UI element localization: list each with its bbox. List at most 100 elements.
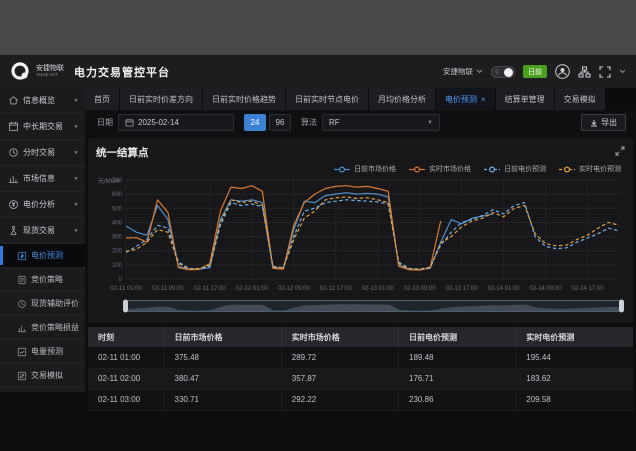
sidebar-item-spot-aux-eval[interactable]: 现货辅助评价 [0, 292, 85, 316]
tab-3[interactable]: 日前实时价格趋势 [203, 88, 285, 110]
sidebar-item-label: 电价预测 [31, 250, 63, 261]
fullscreen-icon[interactable] [599, 66, 611, 78]
granularity-button-24[interactable]: 24 [244, 114, 266, 131]
sidebar-item-label: 电量预测 [31, 346, 63, 357]
theme-toggle[interactable]: ☾ [491, 66, 515, 78]
svg-text:02-11 09:00: 02-11 09:00 [152, 286, 184, 292]
sidebar: 信息概览▼中长期交易▼分时交易▼市场信息▼电价分析▼现货交易▼电价预测竞价策略现… [0, 88, 85, 392]
sidebar-group-overview[interactable]: 信息概览▼ [0, 88, 85, 114]
tab-bar: 首页日前实时价差方向日前实时价格趋势日前实时节点电价月均价格分析电价预测 × 结算单… [85, 88, 636, 110]
sidebar-item-trade-simulation[interactable]: 交易模拟 [0, 364, 85, 388]
tab-2[interactable]: 日前实时价差方向 [120, 88, 202, 110]
sidebar-item-load-forecast[interactable]: 电量预测 [0, 340, 85, 364]
more-caret-icon[interactable] [619, 69, 626, 74]
svg-text:100: 100 [112, 263, 123, 269]
sidebar-item-auto-declaration[interactable]: 自动申报 [0, 388, 85, 392]
legend-label: 日前电价预测 [504, 164, 546, 174]
avatar[interactable] [555, 64, 570, 79]
svg-text:500: 500 [112, 206, 123, 212]
price-line-chart: 元/MWh02-11 01:0002-11 09:0002-11 17:0002… [96, 175, 625, 293]
chart-icon [17, 323, 27, 333]
column-header: 实时市场价格 [281, 327, 398, 347]
tab-8[interactable]: 交易模拟 [555, 88, 605, 110]
tab-label: 日前实时价格趋势 [212, 94, 276, 105]
expand-icon[interactable] [615, 143, 625, 161]
table-cell: 330.71 [164, 389, 281, 410]
table-cell: 292.22 [281, 389, 398, 410]
svg-text:02-12 01:00: 02-12 01:00 [236, 286, 269, 292]
svg-text:400: 400 [112, 220, 123, 226]
export-button[interactable]: 导出 [581, 114, 626, 131]
algorithm-select[interactable]: RF ▼ [322, 114, 440, 131]
tab-5[interactable]: 月均价格分析 [369, 88, 435, 110]
tab-1[interactable]: 首页 [85, 88, 119, 110]
chart-icon [8, 173, 19, 184]
tab-7[interactable]: 结算单管理 [496, 88, 554, 110]
sidebar-item-label: 交易模拟 [31, 370, 63, 381]
svg-text:02-13 09:00: 02-13 09:00 [404, 286, 437, 292]
tab-close-icon[interactable]: × [481, 95, 486, 104]
sidebar-group-market-info[interactable]: 市场信息▼ [0, 166, 85, 192]
home-icon [8, 95, 19, 106]
sidebar-group-price-analysis[interactable]: 电价分析 ▼ [0, 192, 85, 218]
table-row[interactable]: 02-11 01:00375.48289.72189.48195.44 [88, 347, 633, 368]
legend-item[interactable]: 实时市场价格 [408, 164, 471, 174]
org-select[interactable]: 安捷物联 [443, 66, 483, 77]
granularity-button-96[interactable]: 96 [269, 114, 291, 131]
datazoom-handle-left[interactable] [123, 300, 128, 313]
datazoom-slider[interactable] [122, 299, 625, 319]
datazoom-handle-right[interactable] [619, 300, 624, 313]
table-cell: 189.48 [399, 347, 516, 368]
date-label: 日期 [97, 117, 113, 128]
chevron-icon: ▼ [73, 202, 79, 207]
sitemap-icon[interactable] [578, 66, 591, 78]
column-header: 日前电价预测 [399, 327, 516, 347]
sidebar-group-spot-trading[interactable]: 现货交易▼ [0, 218, 85, 244]
tab-4[interactable]: 日前实时节点电价 [286, 88, 368, 110]
chevron-icon: ▼ [73, 228, 79, 233]
status-badge: 日前 [523, 65, 547, 78]
table-row[interactable]: 02-11 03:00330.71292.22230.86209.58 [88, 389, 633, 410]
legend-label: 实时电价预测 [579, 164, 621, 174]
sidebar-item-strategy-pnl[interactable]: 竞价策略损益 [0, 316, 85, 340]
sidebar-group-mid-long-term[interactable]: 中长期交易▼ [0, 114, 85, 140]
calendar-icon [8, 121, 19, 132]
svg-text:02-11 01:00: 02-11 01:00 [110, 286, 142, 292]
table-cell: 02-11 03:00 [88, 389, 164, 410]
table-cell: 230.86 [399, 389, 516, 410]
sidebar-item-bidding-strategy[interactable]: 竞价策略 [0, 268, 85, 292]
table-cell: 289.72 [281, 347, 398, 368]
legend-label: 日前市场价格 [354, 164, 396, 174]
svg-text:02-12 09:00: 02-12 09:00 [278, 286, 311, 292]
sidebar-item-price-forecast[interactable]: 电价预测 [0, 244, 85, 268]
svg-text:700: 700 [112, 178, 123, 184]
tab-6[interactable]: 电价预测 × [436, 88, 495, 110]
chart-card: 统一结算点 日前市场价格实时市场价格日前电价预测实时电价预测 元/MWh02-1… [88, 138, 633, 323]
sidebar-group-label: 中长期交易 [23, 121, 63, 132]
granularity-switch: 2496 [244, 114, 291, 131]
table-cell: 183.62 [516, 368, 633, 389]
svg-text:02-14 09:00: 02-14 09:00 [530, 286, 563, 292]
table-cell: 375.48 [164, 347, 281, 368]
sidebar-group-time-sharing[interactable]: 分时交易▼ [0, 140, 85, 166]
legend-item[interactable]: 日前市场价格 [333, 164, 396, 174]
org-select-label: 安捷物联 [443, 66, 473, 77]
clock-icon [8, 147, 19, 158]
tab-label: 电价预测 [445, 94, 477, 105]
download-icon [590, 119, 598, 127]
chevron-icon: ▼ [73, 150, 79, 155]
table-row[interactable]: 02-11 02:00380.47357.87176.71183.62 [88, 368, 633, 389]
date-input[interactable]: 2025-02-14 [118, 114, 234, 131]
sidebar-group-label: 电价分析 [23, 199, 55, 210]
legend-marker-icon [408, 166, 426, 173]
tab-label: 交易模拟 [564, 94, 596, 105]
legend-marker-icon [333, 166, 351, 173]
sidebar-item-label: 竞价策略 [31, 274, 63, 285]
table-cell: 380.47 [164, 368, 281, 389]
legend-item[interactable]: 实时电价预测 [558, 164, 621, 174]
table-cell: 02-11 01:00 [88, 347, 164, 368]
table-cell: 176.71 [399, 368, 516, 389]
table-cell: 195.44 [516, 347, 633, 368]
column-header: 日前市场价格 [164, 327, 281, 347]
legend-item[interactable]: 日前电价预测 [483, 164, 546, 174]
